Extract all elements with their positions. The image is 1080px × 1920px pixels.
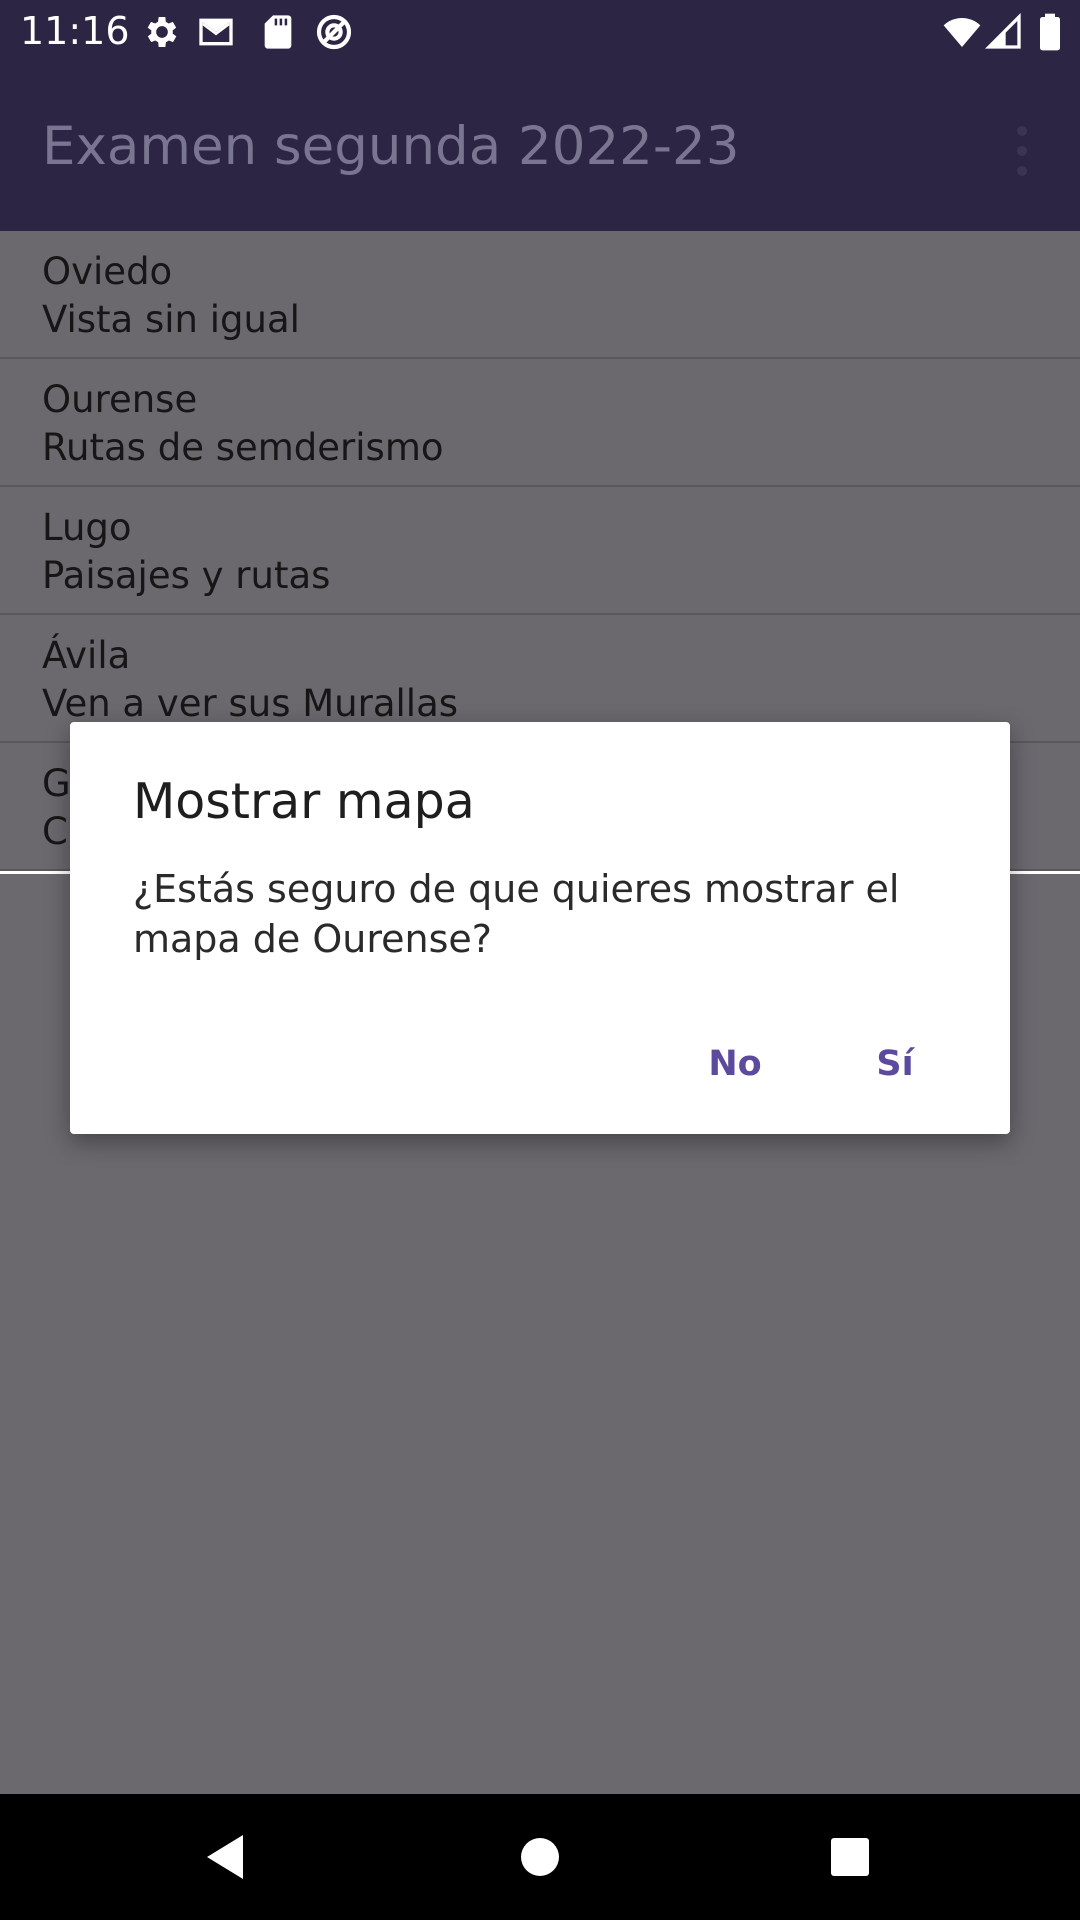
- app-title: Examen segunda 2022-23: [42, 116, 740, 177]
- battery-icon: [1040, 13, 1060, 51]
- more-vert-icon[interactable]: [1002, 121, 1042, 181]
- status-time: 11:16: [20, 9, 130, 53]
- list-item-subtitle: Ven a ver sus Murallas: [42, 682, 459, 725]
- list-item-ourense[interactable]: Ourense Rutas de semderismo: [0, 359, 1080, 487]
- list-item-title: Ourense: [42, 378, 198, 421]
- no-signal-circle-icon: [316, 14, 352, 50]
- home-icon[interactable]: [510, 1827, 570, 1887]
- list-item-title: Ávila: [42, 634, 131, 677]
- screen: 11:16 Examen segunda 2022-23 Oviedo Vist…: [0, 0, 1080, 1920]
- yes-button[interactable]: Sí: [845, 1034, 945, 1094]
- dialog-message: ¿Estás seguro de que quieres mostrar el …: [133, 867, 900, 961]
- gmail-icon: [199, 18, 233, 46]
- status-bar: 11:16: [0, 0, 1080, 63]
- app-bar: Examen segunda 2022-23: [0, 63, 1080, 231]
- no-button[interactable]: No: [680, 1034, 790, 1094]
- list-item-title: G: [42, 762, 71, 805]
- confirm-dialog: Mostrar mapa ¿Estás seguro de que quiere…: [70, 722, 1010, 1134]
- gear-icon: [147, 17, 177, 47]
- list-item-subtitle: C: [42, 810, 68, 853]
- dialog-title: Mostrar mapa: [133, 773, 475, 830]
- list-item-title: Oviedo: [42, 250, 173, 293]
- sd-card-icon: [264, 15, 292, 49]
- recents-icon[interactable]: [820, 1827, 880, 1887]
- list-item-subtitle: Rutas de semderismo: [42, 426, 444, 469]
- cell-signal-icon: [984, 12, 1021, 49]
- wifi-icon: [943, 18, 981, 47]
- list-item-title: Lugo: [42, 506, 132, 549]
- list-item-subtitle: Paisajes y rutas: [42, 554, 331, 597]
- back-icon[interactable]: [195, 1827, 255, 1887]
- list-item-lugo[interactable]: Lugo Paisajes y rutas: [0, 487, 1080, 615]
- list-item-subtitle: Vista sin igual: [42, 298, 300, 341]
- navigation-bar: [0, 1794, 1080, 1920]
- list-item-oviedo[interactable]: Oviedo Vista sin igual: [0, 231, 1080, 359]
